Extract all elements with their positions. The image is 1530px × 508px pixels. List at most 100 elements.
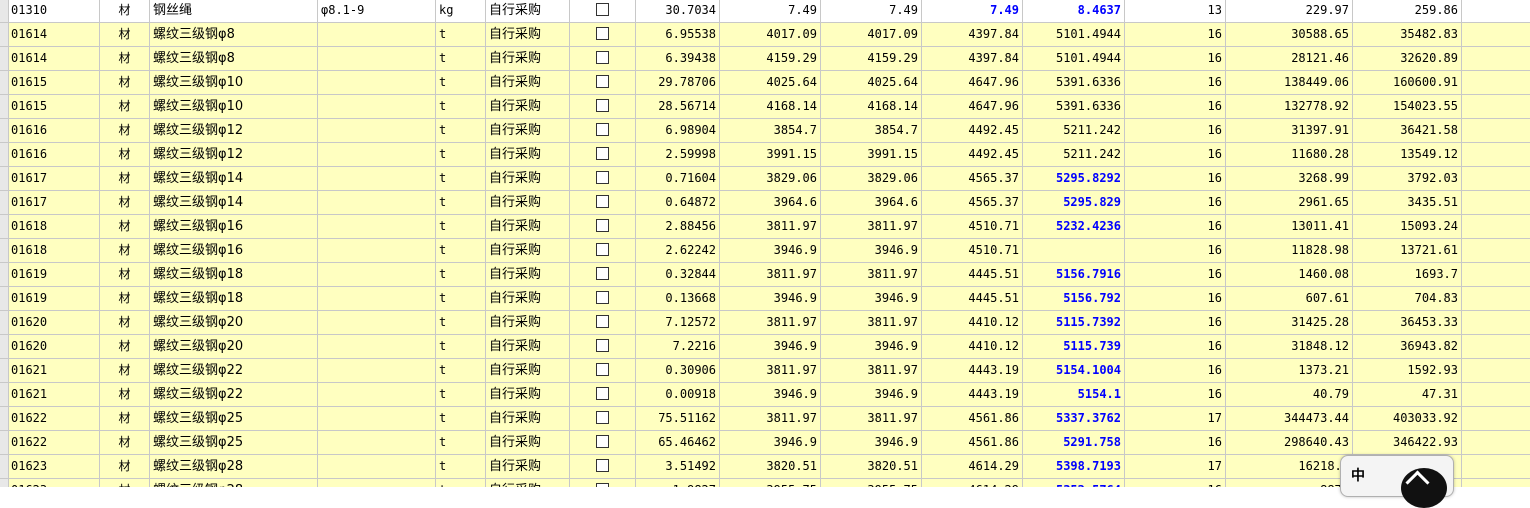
ime-mode-icon[interactable] — [1401, 468, 1447, 508]
row-checkbox[interactable] — [596, 51, 609, 64]
cell-name[interactable]: 螺纹三级钢φ14 — [150, 191, 318, 215]
cell-price-4[interactable]: 5398.7193 — [1023, 455, 1125, 479]
cell-amount-1[interactable]: 138449.06 — [1226, 71, 1353, 95]
cell-price-3[interactable]: 4410.12 — [922, 335, 1023, 359]
cell-price-4[interactable]: 5115.739 — [1023, 335, 1125, 359]
cell-price-4[interactable]: 5211.242 — [1023, 143, 1125, 167]
cell-code[interactable]: 01614 — [8, 23, 100, 47]
cell-price-4[interactable]: 5337.3762 — [1023, 407, 1125, 431]
cell-price-3[interactable]: 4561.86 — [922, 431, 1023, 455]
cell-price-2[interactable]: 7.49 — [821, 0, 922, 23]
cell-price-2[interactable]: 3854.7 — [821, 119, 922, 143]
cell-supply[interactable]: 自行采购 — [486, 71, 570, 95]
cell-unit[interactable]: t — [436, 479, 486, 487]
cell-price-1[interactable]: 3946.9 — [720, 383, 821, 407]
cell-code[interactable]: 01616 — [8, 143, 100, 167]
table-row[interactable]: 01618 材螺纹三级钢φ16 t 自行采购 2.88456 3811.97 3811.97… — [0, 215, 1530, 239]
cell-checkbox[interactable] — [570, 119, 636, 143]
cell-price-4[interactable]: 5352.5764 — [1023, 479, 1125, 487]
cell-quantity[interactable]: 3.51492 — [636, 455, 720, 479]
cell-amount-2[interactable]: 13721.61 — [1353, 239, 1462, 263]
cell-price-2[interactable]: 4168.14 — [821, 95, 922, 119]
cell-type[interactable]: 材 — [100, 191, 150, 215]
cell-supply[interactable]: 自行采购 — [486, 287, 570, 311]
cell-price-4[interactable]: 5232.4236 — [1023, 215, 1125, 239]
cell-supply[interactable]: 自行采购 — [486, 119, 570, 143]
cell-checkbox[interactable] — [570, 407, 636, 431]
cell-tax-rate[interactable]: 16 — [1125, 215, 1226, 239]
cell-checkbox[interactable] — [570, 215, 636, 239]
cell-unit[interactable]: t — [436, 95, 486, 119]
cell-supply[interactable]: 自行采购 — [486, 23, 570, 47]
cell-amount-1[interactable]: 2961.65 — [1226, 191, 1353, 215]
table-row[interactable]: 01622 材螺纹三级钢φ25 t 自行采购 65.46462 3946.9 3946.9 4… — [0, 431, 1530, 455]
cell-amount-1[interactable]: 344473.44 — [1226, 407, 1353, 431]
cell-price-2[interactable]: 3946.9 — [821, 287, 922, 311]
table-row[interactable]: 01615 材螺纹三级钢φ10 t 自行采购 28.56714 4168.14 4168.1… — [0, 95, 1530, 119]
cell-code[interactable]: 01310 — [8, 0, 100, 23]
cell-price-1[interactable]: 4168.14 — [720, 95, 821, 119]
cell-amount-1[interactable]: 1373.21 — [1226, 359, 1353, 383]
cell-tax-rate[interactable]: 16 — [1125, 263, 1226, 287]
table-row[interactable]: 01615 材螺纹三级钢φ10 t 自行采购 29.78706 4025.64 4025.6… — [0, 71, 1530, 95]
cell-quantity[interactable]: 0.00918 — [636, 383, 720, 407]
table-row[interactable]: 01620 材螺纹三级钢φ20 t 自行采购 7.2216 3946.9 3946.9 441… — [0, 335, 1530, 359]
cell-price-3[interactable]: 4410.12 — [922, 311, 1023, 335]
cell-name[interactable]: 螺纹三级钢φ20 — [150, 335, 318, 359]
cell-amount-2[interactable]: 35482.83 — [1353, 23, 1462, 47]
cell-price-3[interactable]: 4565.37 — [922, 167, 1023, 191]
cell-quantity[interactable]: 28.56714 — [636, 95, 720, 119]
cell-price-2[interactable]: 3946.9 — [821, 431, 922, 455]
cell-name[interactable]: 螺纹三级钢φ16 — [150, 239, 318, 263]
cell-code[interactable]: 01614 — [8, 47, 100, 71]
cell-unit[interactable]: t — [436, 287, 486, 311]
cell-amount-2[interactable]: 403033.92 — [1353, 407, 1462, 431]
row-checkbox[interactable] — [596, 75, 609, 88]
cell-price-3[interactable]: 4445.51 — [922, 263, 1023, 287]
cell-type[interactable]: 材 — [100, 407, 150, 431]
cell-quantity[interactable]: 6.95538 — [636, 23, 720, 47]
cell-price-2[interactable]: 3946.9 — [821, 239, 922, 263]
cell-quantity[interactable]: 6.39438 — [636, 47, 720, 71]
cell-amount-1[interactable]: 16218.8 — [1226, 455, 1353, 479]
cell-tax-rate[interactable]: 16 — [1125, 431, 1226, 455]
cell-unit[interactable]: t — [436, 71, 486, 95]
cell-spec[interactable] — [318, 167, 436, 191]
cell-checkbox[interactable] — [570, 335, 636, 359]
cell-quantity[interactable]: 0.71604 — [636, 167, 720, 191]
cell-price-1[interactable]: 4017.09 — [720, 23, 821, 47]
cell-type[interactable]: 材 — [100, 0, 150, 23]
row-checkbox[interactable] — [596, 3, 609, 16]
cell-supply[interactable]: 自行采购 — [486, 167, 570, 191]
cell-tax-rate[interactable]: 16 — [1125, 191, 1226, 215]
cell-quantity[interactable]: 2.88456 — [636, 215, 720, 239]
cell-tax-rate[interactable]: 17 — [1125, 407, 1226, 431]
cell-quantity[interactable]: 2.62242 — [636, 239, 720, 263]
table-row[interactable]: 01618 材螺纹三级钢φ16 t 自行采购 2.62242 3946.9 3946.9 45… — [0, 239, 1530, 263]
cell-type[interactable]: 材 — [100, 479, 150, 487]
cell-tax-rate[interactable]: 16 — [1125, 359, 1226, 383]
cell-price-4[interactable]: 5101.4944 — [1023, 23, 1125, 47]
cell-amount-2[interactable]: 3435.51 — [1353, 191, 1462, 215]
row-checkbox[interactable] — [596, 27, 609, 40]
cell-unit[interactable]: t — [436, 143, 486, 167]
cell-price-4[interactable]: 5154.1 — [1023, 383, 1125, 407]
cell-checkbox[interactable] — [570, 143, 636, 167]
cell-quantity[interactable]: 65.46462 — [636, 431, 720, 455]
cell-type[interactable]: 材 — [100, 239, 150, 263]
cell-tax-rate[interactable]: 16 — [1125, 71, 1226, 95]
cell-price-3[interactable]: 4647.96 — [922, 71, 1023, 95]
cell-type[interactable]: 材 — [100, 359, 150, 383]
cell-code[interactable]: 01618 — [8, 215, 100, 239]
cell-supply[interactable]: 自行采购 — [486, 143, 570, 167]
row-checkbox[interactable] — [596, 459, 609, 472]
cell-type[interactable]: 材 — [100, 71, 150, 95]
cell-type[interactable]: 材 — [100, 47, 150, 71]
cell-unit[interactable]: t — [436, 263, 486, 287]
cell-type[interactable]: 材 — [100, 143, 150, 167]
cell-checkbox[interactable] — [570, 71, 636, 95]
cell-price-3[interactable]: 4397.84 — [922, 23, 1023, 47]
cell-tax-rate[interactable]: 17 — [1125, 455, 1226, 479]
cell-name[interactable]: 螺纹三级钢φ20 — [150, 311, 318, 335]
row-checkbox[interactable] — [596, 171, 609, 184]
